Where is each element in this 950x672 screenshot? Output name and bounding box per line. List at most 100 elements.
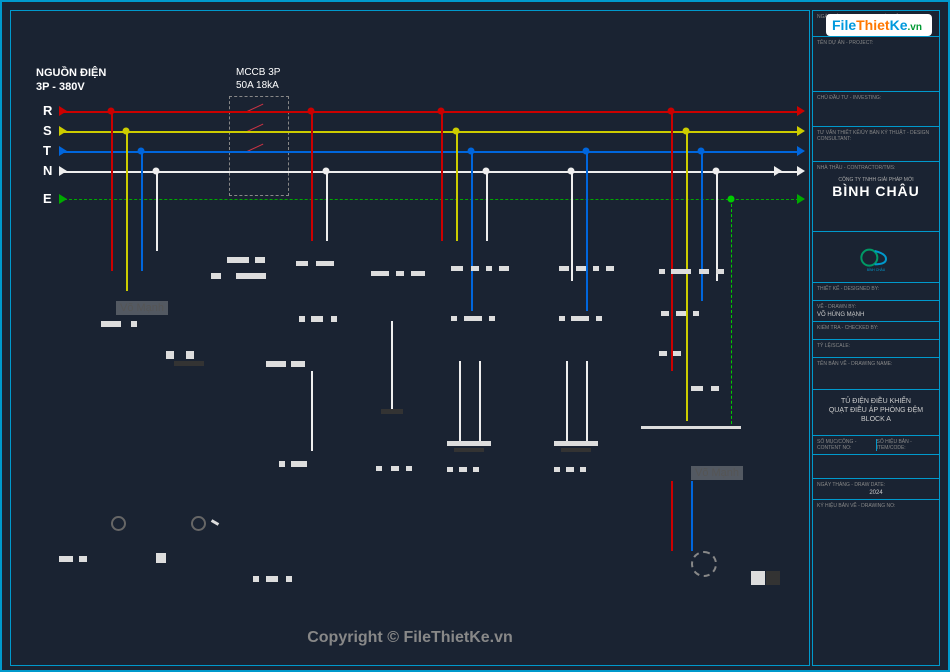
drop-wire [701,151,703,301]
drop-wire [441,111,443,241]
component-fragment [391,466,399,471]
busbar-t [59,151,799,153]
component-fragment [174,361,204,366]
tb-submittal-label: SỐ HIỆU BẢN - ITEM/CODE: [877,439,936,451]
component-fragment [279,461,285,467]
component-fragment [111,516,126,531]
tb-drawn-value: VÕ HÙNG MẠNH [817,312,935,318]
component-fragment [381,409,403,414]
watermark-text-2: Võ Mạnh [691,466,743,480]
component-fragment [671,269,691,274]
node [583,148,590,155]
component-fragment [406,466,412,471]
component-fragment [227,257,249,263]
component-bar [566,361,568,441]
arrow-in-r [59,106,67,116]
component-fragment [693,311,699,316]
drop-wire [111,111,113,271]
copyright-text: Copyright © FileThietKe.vn [307,629,513,647]
phase-label-r: R [43,103,52,118]
component-fragment [253,576,259,582]
component-fragment [566,467,574,472]
drawing-title-3: BLOCK A [861,416,891,423]
component-fragment [464,316,482,321]
component-fragment [576,266,586,271]
drop-wire [671,111,673,371]
title-block: NGÀY SỬA / DATE NGÀY HỆP / DATE TÊN DỰ Á… [812,10,940,666]
component-fragment [489,316,495,321]
component-fragment [296,261,308,266]
watermark-text-1: Võ Mạnh [116,301,168,315]
component-fragment [79,556,87,562]
component-fragment [459,467,467,472]
component-fragment [561,448,591,452]
drawing-title-1: TỦ ĐIỆN ĐIỀU KHIỂN [841,398,911,405]
arrow-out-n2 [774,166,782,176]
component-fragment [766,571,780,585]
drop-wire [571,171,573,281]
component-fragment [186,351,194,359]
component-bar [479,361,481,441]
tb-drawn-label: VẼ - DRAWN BY: [817,304,935,310]
arrow-out-t [797,146,805,156]
drop-wire [586,151,588,311]
component-fragment [580,467,586,472]
component-fragment [473,467,479,472]
component-fragment [156,553,166,563]
tb-scale-label: TỶ LỆ/SCALE: [817,343,935,349]
mccb-label: MCCB 3P 50A 18kA [236,66,280,92]
component-fragment [101,321,121,327]
svg-text:BÌNH CHÂU: BÌNH CHÂU [867,268,886,272]
component-fragment [606,266,614,271]
component-fragment [471,266,479,271]
component-fragment [699,269,709,274]
drop-wire [311,111,313,241]
component-fragment [454,448,484,452]
drop-wire [156,171,158,251]
component-fragment [554,441,598,446]
component-fragment [751,571,765,585]
busbar-e [59,199,799,200]
component-fragment [266,576,278,582]
drawing-canvas: NGUỒN ĐIỆN 3P - 380V MCCB 3P 50A 18kA R … [10,10,810,666]
component-fragment [711,386,719,391]
component-fragment [451,316,457,321]
component-fragment [451,266,463,271]
motor-symbol [691,551,717,577]
component-fragment [596,316,602,321]
tb-consultant-label: TƯ VẤN THIẾT KẾ/ỦY BÁN KÝ THUẬT - DESIGN… [817,130,935,142]
component-fragment [661,311,669,316]
source-label: NGUỒN ĐIỆN 3P - 380V [36,66,106,95]
site-watermark-logo: FileThietKe.vn [826,12,936,43]
component-fragment [559,266,569,271]
company-name: BÌNH CHÂU [819,183,933,199]
component-fragment [499,266,509,271]
drop-wire [716,171,718,281]
drop-wire [471,151,473,311]
phase-label-t: T [43,143,51,158]
component-fragment [447,467,453,472]
component-fragment [299,316,305,322]
drop-wire [671,481,673,551]
tb-drawing-label: TÊN BẢN VẼ - DRAWING NAME: [817,361,935,367]
component-fragment [311,316,323,322]
drop-wire [456,131,458,241]
drop-wire [326,171,328,241]
component-fragment [691,386,703,391]
drop-wire [691,481,693,551]
component-fragment [286,576,292,582]
component-bar [391,321,393,411]
component-fragment [236,273,266,279]
tb-checked-label: KIỂM TRA - CHECKED BY: [817,325,935,331]
drop-wire [126,131,128,291]
tb-item-label: SỐ MỤC/CÔNG - CONTENT NO: [817,439,876,451]
source-line1: NGUỒN ĐIỆN [36,67,106,79]
phase-label-n: N [43,163,52,178]
tb-dwgno-label: KÝ HIỆU BẢN VẼ - DRAWING NO: [817,503,935,509]
busbar-r [59,111,799,113]
component-fragment [559,316,565,321]
source-line2: 3P - 380V [36,81,85,93]
tb-date-value: 2024 [817,490,935,496]
component-fragment [131,321,137,327]
component-fragment [191,516,206,531]
